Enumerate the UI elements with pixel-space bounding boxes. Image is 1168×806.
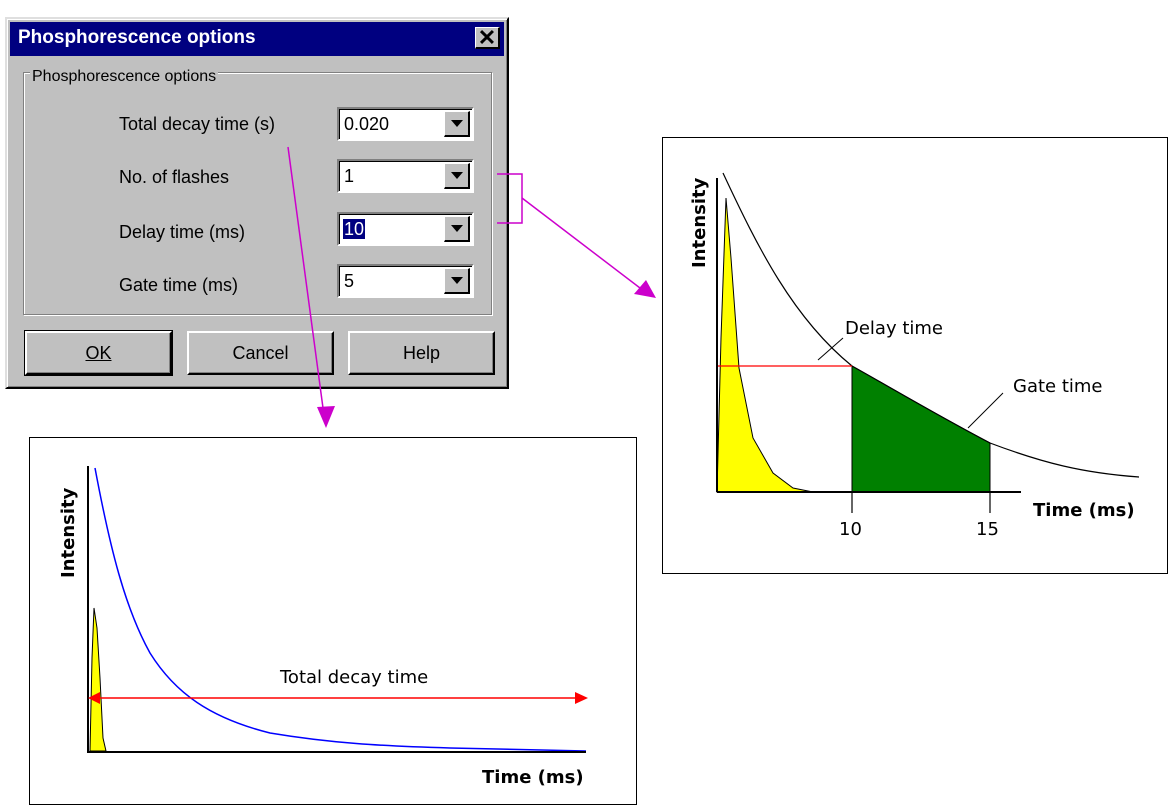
x-axis-label: Time (ms)	[482, 767, 584, 788]
no-of-flashes-value: 1	[344, 166, 355, 186]
delay-time-combobox[interactable]: 10	[337, 212, 474, 246]
ok-button-label: OK	[85, 343, 112, 363]
x-tick-label-15: 15	[976, 519, 999, 540]
callout-arrowhead-right-icon	[634, 280, 656, 298]
total-decay-time-label: Total decay time (s)	[119, 114, 276, 134]
gate-time-combobox[interactable]: 5	[337, 264, 474, 298]
total-decay-time-value: 0.020	[344, 114, 390, 134]
delay-time-label: Delay time (ms)	[119, 222, 246, 242]
cancel-button[interactable]: Cancel	[187, 331, 334, 375]
y-axis-label: Intensity	[58, 487, 79, 578]
ok-button[interactable]: OK	[24, 330, 173, 376]
flash-pulse	[89, 607, 107, 752]
dialog-title: Phosphorescence options	[18, 27, 256, 48]
gate-time-leader	[967, 392, 1004, 429]
callout-line-right	[521, 197, 641, 289]
x-axis-label: Time (ms)	[1033, 500, 1135, 521]
dropdown-arrow-icon[interactable]	[444, 268, 470, 294]
title-bar: Phosphorescence options ✕	[10, 22, 504, 56]
help-button[interactable]: Help	[348, 331, 495, 375]
help-button-label: Help	[402, 343, 441, 363]
delay-time-leader	[817, 337, 844, 361]
y-axis-label: Intensity	[689, 177, 710, 268]
close-button[interactable]: ✕	[475, 25, 500, 50]
delay-time-annotation: Delay time	[845, 318, 943, 339]
cancel-button-label: Cancel	[232, 343, 289, 363]
decay-curve-blue	[94, 467, 587, 752]
gate-window-area	[851, 365, 991, 493]
delay-time-value[interactable]: 10	[343, 219, 366, 239]
gate-time-annotation: Gate time	[1013, 376, 1103, 397]
no-of-flashes-combobox[interactable]: 1	[337, 159, 474, 193]
total-decay-chart: Intensity Total decay time Time (ms)	[58, 466, 588, 788]
total-decay-annotation: Total decay time	[279, 667, 428, 688]
groupbox-label: Phosphorescence options	[30, 68, 219, 86]
arrowhead-right-icon	[575, 692, 588, 704]
phosphorescence-options-dialog: Phosphorescence options ✕ Phosphorescenc…	[5, 17, 509, 389]
no-of-flashes-label: No. of flashes	[119, 167, 230, 187]
dropdown-arrow-icon[interactable]	[444, 163, 470, 189]
flash-pulse	[716, 197, 814, 493]
callout-arrowhead-down-icon	[317, 406, 335, 428]
total-decay-time-combobox[interactable]: 0.020	[337, 107, 474, 141]
delay-gate-chart-panel: Intensity 10 15 Time (ms) Delay time Gat…	[662, 137, 1168, 574]
gate-time-value: 5	[344, 271, 355, 291]
delay-gate-chart: Intensity 10 15 Time (ms) Delay time Gat…	[689, 172, 1140, 540]
x-tick-label-10: 10	[839, 519, 862, 540]
dropdown-arrow-icon[interactable]	[444, 216, 470, 242]
gate-time-label: Gate time (ms)	[119, 275, 239, 295]
close-icon: ✕	[477, 25, 497, 50]
dropdown-arrow-icon[interactable]	[444, 111, 470, 137]
total-decay-chart-panel: Intensity Total decay time Time (ms)	[29, 437, 637, 805]
